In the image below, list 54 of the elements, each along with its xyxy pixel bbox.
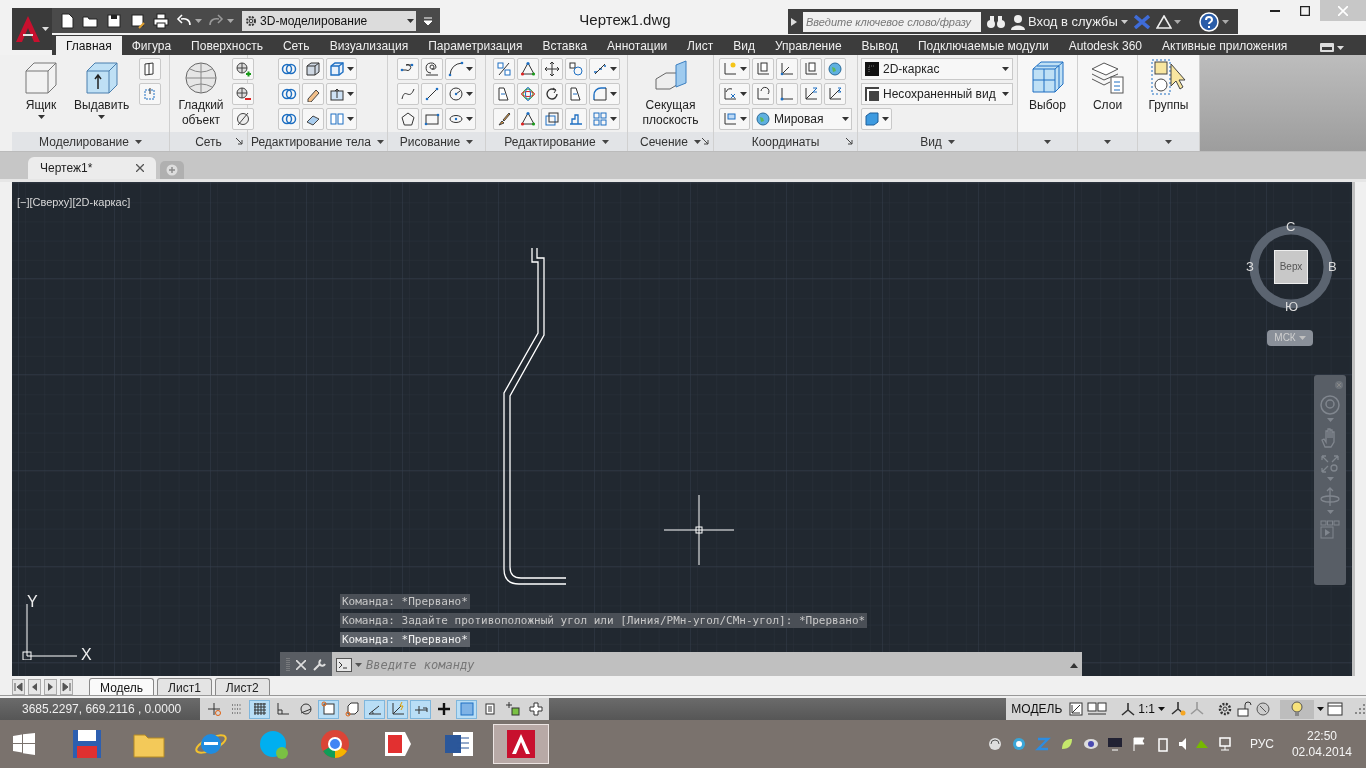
coordinate-system-dropdown[interactable]: Мировая — [752, 108, 852, 130]
ribbon-tab[interactable]: Аннотации — [597, 36, 678, 55]
large-button[interactable]: Секущая плоскость — [634, 55, 707, 132]
viewport-controls[interactable]: [−][Сверху][2D-каркас] — [17, 193, 131, 211]
ribbon-tab[interactable]: Autodesk 360 — [1058, 36, 1153, 55]
panel-title: Редактирование тела — [250, 133, 372, 151]
ribbon-tab[interactable]: Вставка — [532, 36, 598, 55]
view-dropdown[interactable]: Несохраненный вид — [861, 83, 1013, 105]
search-field[interactable]: Введите ключевое слово/фразу — [803, 11, 981, 32]
ribbon-tab[interactable]: Поверхность — [181, 36, 273, 55]
compass-letter[interactable]: Ю — [1285, 299, 1299, 313]
compass-letter[interactable]: З — [1246, 259, 1254, 273]
ribbon-tab[interactable]: Вывод — [851, 36, 908, 55]
panel-title: Вид — [920, 133, 942, 151]
sign-in-button[interactable]: Вход в службы — [1011, 11, 1128, 32]
view-cube-face[interactable]: Верх — [1274, 249, 1308, 284]
ribbon-tab[interactable]: Управление — [764, 36, 852, 55]
panel-title: Сеть — [195, 133, 222, 151]
file-tab[interactable]: Чертеж1* — [28, 156, 156, 179]
large-button[interactable]: Ящик — [18, 55, 64, 132]
axis-label: Y — [27, 593, 38, 610]
clock-date[interactable]: 02.04.2014 — [1291, 744, 1352, 760]
visual-style-dropdown[interactable]: 2D-каркас — [861, 58, 1013, 80]
layout-tab[interactable]: Модель — [89, 678, 155, 696]
model-space-button[interactable]: МОДЕЛЬ — [1008, 698, 1066, 720]
ribbon-tab[interactable]: Визуализация — [319, 36, 419, 55]
ribbon-tab[interactable]: Подключаемые модули — [907, 36, 1059, 55]
panel-title: Редактирование — [504, 133, 596, 151]
ribbon-tab[interactable]: Параметризация — [418, 36, 533, 55]
command-input[interactable]: Введите команду — [366, 656, 1066, 675]
ribbon-tab[interactable]: Главная — [56, 36, 122, 55]
compass-letter[interactable]: В — [1328, 259, 1337, 273]
annotation-scale-button[interactable]: 1:1 — [1118, 700, 1168, 718]
axis-label: X — [81, 646, 92, 663]
panel-title: Сечение — [640, 133, 688, 151]
layout-tab[interactable]: Лист2 — [214, 678, 270, 696]
large-button[interactable]: Выдавить — [70, 55, 134, 132]
ribbon-tab[interactable]: Активные приложения — [1152, 36, 1298, 55]
panel-title: Моделирование — [39, 133, 129, 151]
panel-title: Рисование — [399, 133, 461, 151]
command-line-field[interactable]: Введите команду — [332, 651, 1082, 677]
language-indicator[interactable]: РУС — [1249, 735, 1274, 753]
ribbon-tab[interactable]: Лист — [677, 36, 724, 55]
coordinates-readout: 3685.2297, 669.2116 , 0.0000 — [21, 701, 183, 718]
ribbon-tab[interactable]: Сеть — [272, 36, 320, 55]
panel-title: Координаты — [751, 133, 820, 151]
window-title: Чертеж1.dwg — [578, 10, 672, 30]
large-button[interactable]: Гладкий объект — [172, 55, 230, 132]
compass-letter[interactable]: С — [1286, 219, 1296, 233]
clock-time[interactable]: 22:50 — [1306, 728, 1337, 744]
ribbon-tab[interactable]: Вид — [723, 36, 765, 55]
workspace-dropdown[interactable]: 3D-моделирование — [242, 10, 417, 31]
layout-tab[interactable]: Лист1 — [157, 678, 212, 696]
ribbon-tab[interactable]: Фигура — [121, 36, 182, 55]
